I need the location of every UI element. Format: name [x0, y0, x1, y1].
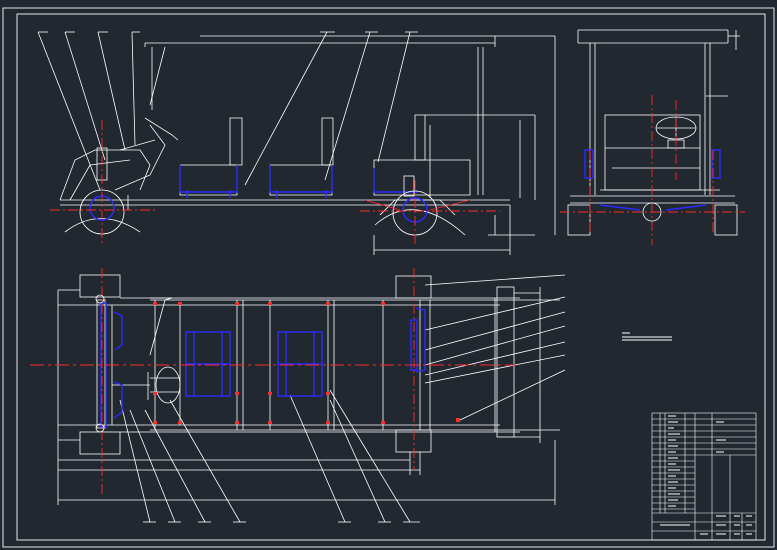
side-view — [37, 31, 556, 255]
front-view-centerlines — [560, 95, 745, 245]
title-block — [651, 412, 757, 541]
plan-view — [57, 274, 566, 523]
technical-note — [622, 332, 672, 341]
title-block-text — [660, 415, 752, 535]
sheet-border — [2, 7, 775, 548]
side-view-parts — [89, 165, 428, 223]
cad-drawing-sheet — [2, 7, 775, 548]
front-view — [567, 29, 740, 236]
